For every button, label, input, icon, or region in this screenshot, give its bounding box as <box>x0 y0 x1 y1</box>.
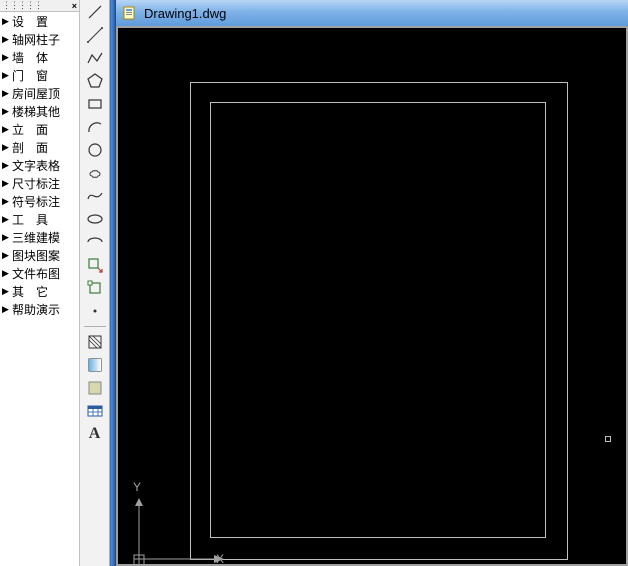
sidebar-item-other[interactable]: ▶其 它 <box>0 282 79 300</box>
draw-toolbar: A <box>80 0 110 566</box>
sidebar-item-label: 门 窗 <box>12 67 48 84</box>
sidebar-item-label: 工 具 <box>12 211 48 228</box>
sidebar-item-label: 帮助演示 <box>12 301 60 318</box>
document-title: Drawing1.dwg <box>144 6 226 21</box>
expand-arrow-icon: ▶ <box>2 106 12 117</box>
document-titlebar[interactable]: Drawing1.dwg <box>116 0 628 26</box>
sidebar-item-section[interactable]: ▶剖 面 <box>0 138 79 156</box>
sidebar-grip[interactable]: ⋮⋮⋮⋮⋮ <box>2 0 42 11</box>
tool-ellipse-arc[interactable] <box>84 232 106 252</box>
expand-arrow-icon: ▶ <box>2 232 12 243</box>
sidebar-header: ⋮⋮⋮⋮⋮ × <box>0 0 79 12</box>
sidebar-item-label: 墙 体 <box>12 49 48 66</box>
document-icon <box>122 5 138 21</box>
document-area: Drawing1.dwg Y X <box>116 0 628 566</box>
tool-spline[interactable] <box>84 186 106 206</box>
tool-table[interactable] <box>84 401 106 421</box>
sidebar-item-label: 房间屋顶 <box>12 85 60 102</box>
sidebar-item-label: 文字表格 <box>12 157 60 174</box>
sidebar-item-settings[interactable]: ▶设 置 <box>0 12 79 30</box>
sidebar-item-label: 三维建模 <box>12 229 60 246</box>
sidebar-item-label: 剖 面 <box>12 139 48 156</box>
tool-hatch[interactable] <box>84 332 106 352</box>
drawing-rect-inner <box>210 102 546 538</box>
sidebar-item-tools[interactable]: ▶工 具 <box>0 210 79 228</box>
expand-arrow-icon: ▶ <box>2 304 12 315</box>
tool-gradient[interactable] <box>84 355 106 375</box>
tool-ellipse[interactable] <box>84 209 106 229</box>
sidebar-item-symbols[interactable]: ▶符号标注 <box>0 192 79 210</box>
expand-arrow-icon: ▶ <box>2 142 12 153</box>
sidebar-item-label: 符号标注 <box>12 193 60 210</box>
app-root: ⋮⋮⋮⋮⋮ × ▶设 置 ▶轴网柱子 ▶墙 体 ▶门 窗 ▶房间屋顶 ▶楼梯其他… <box>0 0 628 566</box>
sidebar-menu: ⋮⋮⋮⋮⋮ × ▶设 置 ▶轴网柱子 ▶墙 体 ▶门 窗 ▶房间屋顶 ▶楼梯其他… <box>0 0 80 566</box>
sidebar-item-label: 文件布图 <box>12 265 60 282</box>
expand-arrow-icon: ▶ <box>2 196 12 207</box>
tool-make-block[interactable] <box>84 278 106 298</box>
grip-handle[interactable] <box>605 436 611 442</box>
tool-point[interactable] <box>84 301 106 321</box>
expand-arrow-icon: ▶ <box>2 160 12 171</box>
expand-arrow-icon: ▶ <box>2 34 12 45</box>
expand-arrow-icon: ▶ <box>2 70 12 81</box>
tool-construction-line[interactable] <box>84 25 106 45</box>
sidebar-item-help-demo[interactable]: ▶帮助演示 <box>0 300 79 318</box>
tool-revision-cloud[interactable] <box>84 163 106 183</box>
sidebar-item-text-tables[interactable]: ▶文字表格 <box>0 156 79 174</box>
sidebar-item-elevation[interactable]: ▶立 面 <box>0 120 79 138</box>
sidebar-item-label: 其 它 <box>12 283 48 300</box>
ucs-x-label: X <box>216 552 224 566</box>
tool-rectangle[interactable] <box>84 94 106 114</box>
expand-arrow-icon: ▶ <box>2 286 12 297</box>
sidebar-item-doors-windows[interactable]: ▶门 窗 <box>0 66 79 84</box>
expand-arrow-icon: ▶ <box>2 88 12 99</box>
sidebar-item-label: 图块图案 <box>12 247 60 264</box>
tool-polyline[interactable] <box>84 48 106 68</box>
sidebar-item-stairs-other[interactable]: ▶楼梯其他 <box>0 102 79 120</box>
tool-insert-block[interactable] <box>84 255 106 275</box>
sidebar-item-label: 楼梯其他 <box>12 103 60 120</box>
sidebar-list: ▶设 置 ▶轴网柱子 ▶墙 体 ▶门 窗 ▶房间屋顶 ▶楼梯其他 ▶立 面 ▶剖… <box>0 12 79 566</box>
sidebar-item-label: 轴网柱子 <box>12 31 60 48</box>
tool-line[interactable] <box>84 2 106 22</box>
expand-arrow-icon: ▶ <box>2 214 12 225</box>
sidebar-item-dimensions[interactable]: ▶尺寸标注 <box>0 174 79 192</box>
ucs-x-arrow-icon <box>134 553 224 566</box>
sidebar-item-grid-columns[interactable]: ▶轴网柱子 <box>0 30 79 48</box>
ucs-origin-box-icon <box>132 553 146 566</box>
sidebar-item-3d-modeling[interactable]: ▶三维建模 <box>0 228 79 246</box>
sidebar-item-rooms-roofs[interactable]: ▶房间屋顶 <box>0 84 79 102</box>
tool-polygon[interactable] <box>84 71 106 91</box>
sidebar-item-label: 立 面 <box>12 121 48 138</box>
tool-text[interactable]: A <box>84 424 106 444</box>
sidebar-item-blocks-patterns[interactable]: ▶图块图案 <box>0 246 79 264</box>
expand-arrow-icon: ▶ <box>2 268 12 279</box>
tool-circle[interactable] <box>84 140 106 160</box>
sidebar-close[interactable]: × <box>72 1 77 11</box>
sidebar-item-file-layout[interactable]: ▶文件布图 <box>0 264 79 282</box>
sidebar-item-walls[interactable]: ▶墙 体 <box>0 48 79 66</box>
expand-arrow-icon: ▶ <box>2 178 12 189</box>
toolbar-separator <box>84 326 106 327</box>
expand-arrow-icon: ▶ <box>2 124 12 135</box>
drawing-canvas[interactable]: Y X <box>118 28 626 564</box>
expand-arrow-icon: ▶ <box>2 52 12 63</box>
sidebar-item-label: 设 置 <box>12 13 48 30</box>
expand-arrow-icon: ▶ <box>2 16 12 27</box>
tool-arc[interactable] <box>84 117 106 137</box>
expand-arrow-icon: ▶ <box>2 250 12 261</box>
sidebar-item-label: 尺寸标注 <box>12 175 60 192</box>
ucs-y-label: Y <box>133 480 141 494</box>
tool-region[interactable] <box>84 378 106 398</box>
